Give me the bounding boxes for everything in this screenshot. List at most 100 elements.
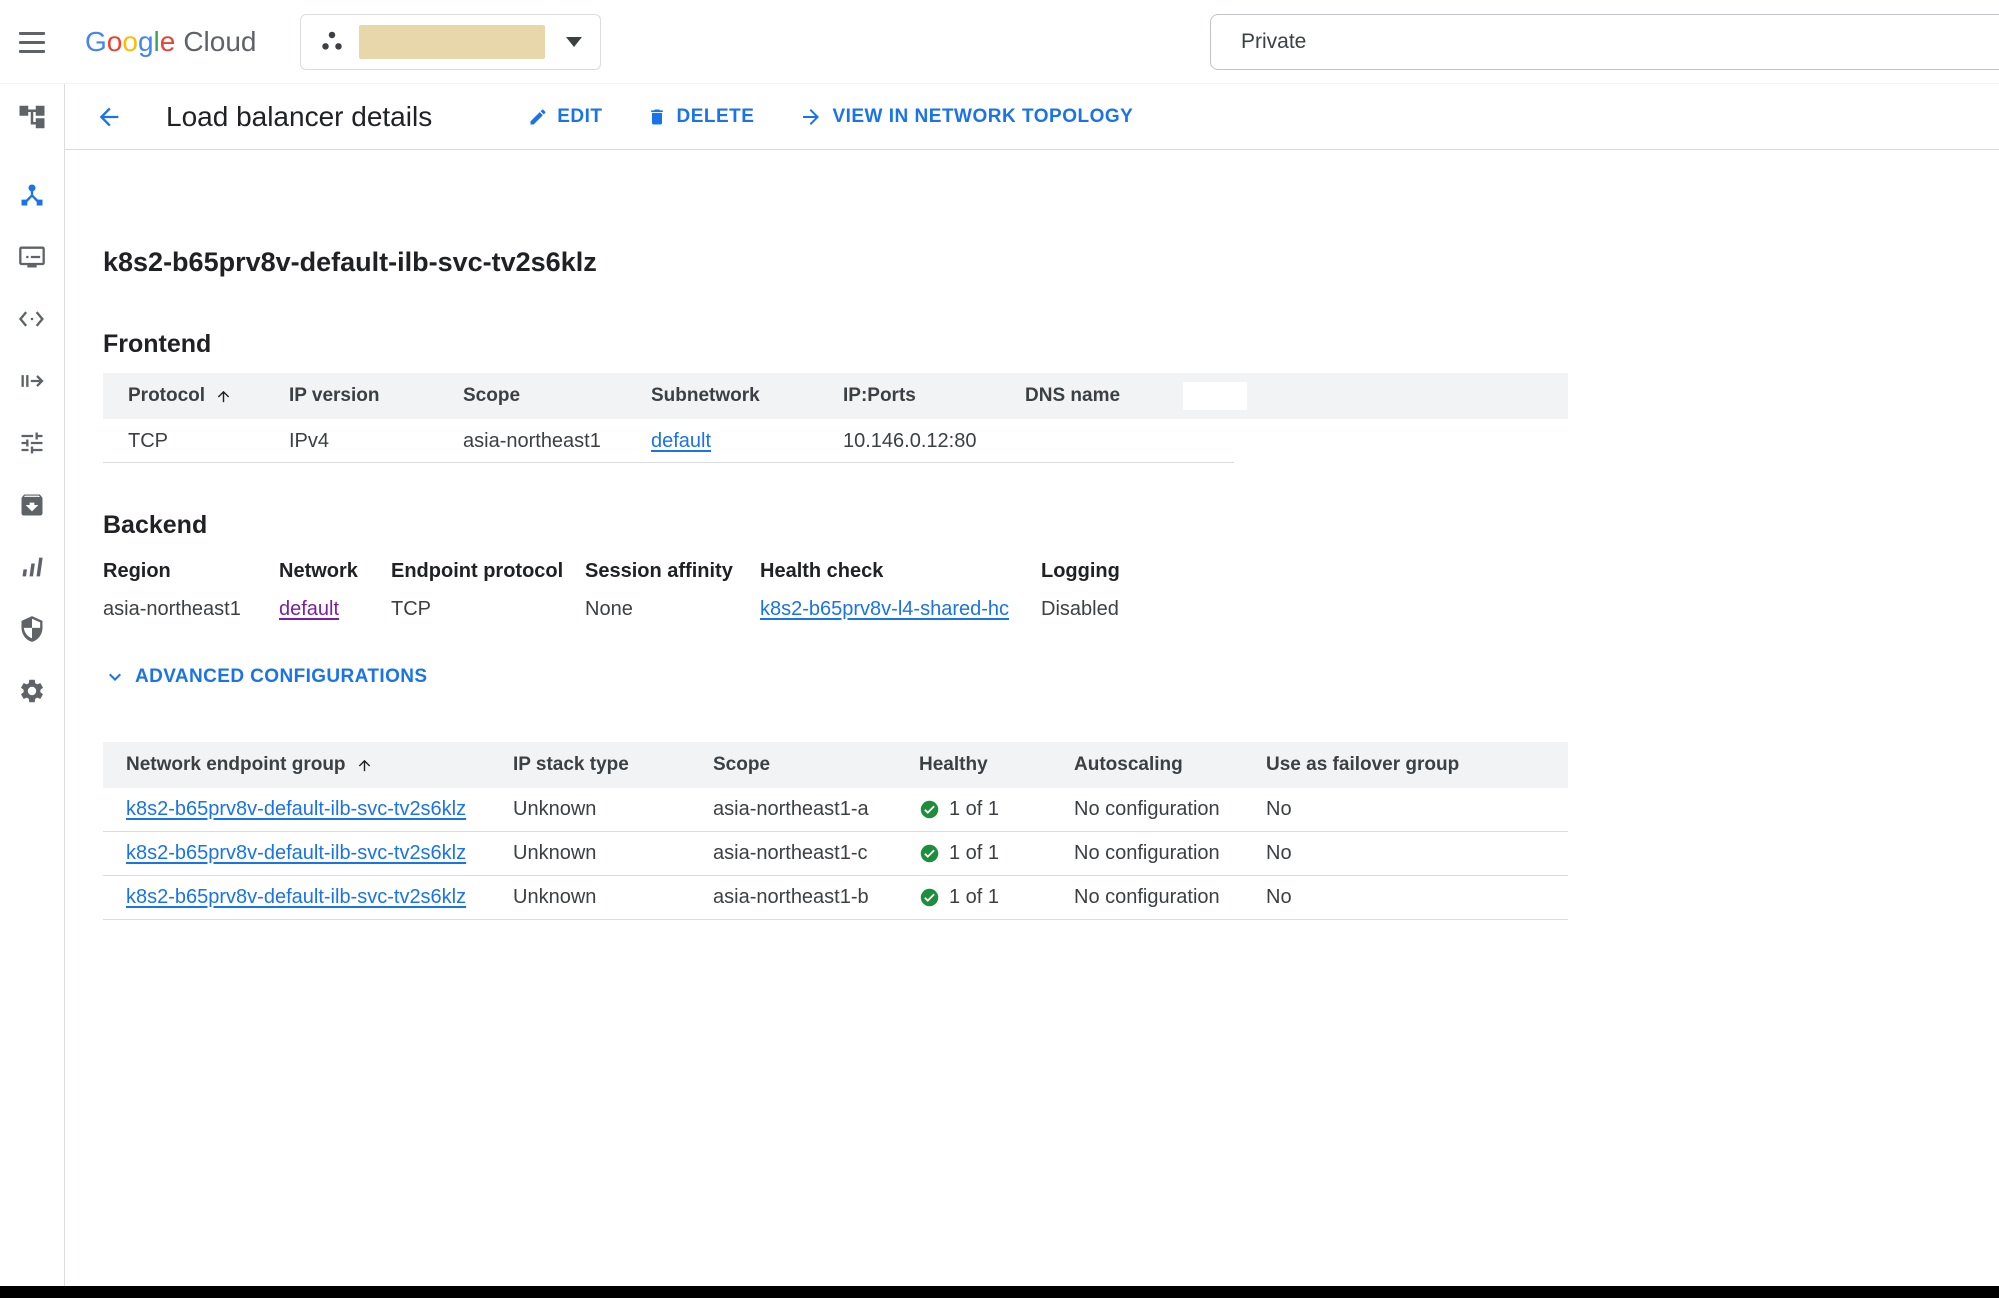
network-tiers-icon xyxy=(16,553,48,581)
view-topology-label: VIEW IN NETWORK TOPOLOGY xyxy=(832,106,1133,128)
cloud-armor-icon xyxy=(18,615,46,643)
backend-fields: Region asia-northeast1 Network default E… xyxy=(103,559,1999,622)
field-value: None xyxy=(585,596,760,622)
logo-letter: G xyxy=(85,26,107,58)
sidebar-item-network-services[interactable] xyxy=(0,86,64,148)
healthy-count: 1 of 1 xyxy=(949,886,999,909)
settings-gear-icon xyxy=(18,677,46,705)
cell-ip-stack-type: Unknown xyxy=(513,798,713,821)
sidebar-item-dns[interactable] xyxy=(0,226,64,288)
field-endpoint-protocol: Endpoint protocol TCP xyxy=(391,559,585,622)
network-link[interactable]: default xyxy=(279,598,339,620)
neg-table-row: k8s2-b65prv8v-default-ilb-svc-tv2s6klz U… xyxy=(103,832,1568,876)
cell-autoscaling: No configuration xyxy=(1074,842,1266,865)
health-check-link[interactable]: k8s2-b65prv8v-l4-shared-hc xyxy=(760,598,1009,620)
subnetwork-link[interactable]: default xyxy=(651,430,711,452)
field-label: Endpoint protocol xyxy=(391,559,585,583)
cell-healthy: 1 of 1 xyxy=(919,842,1074,865)
delete-button[interactable]: DELETE xyxy=(647,106,754,128)
column-header-protocol[interactable]: Protocol xyxy=(103,385,289,407)
bottom-bar xyxy=(0,1286,1999,1298)
load-balancer-name: k8s2-b65prv8v-default-ilb-svc-tv2s6klz xyxy=(103,245,1999,279)
cell-neg-name: k8s2-b65prv8v-default-ilb-svc-tv2s6klz xyxy=(103,842,513,865)
sidebar-item-private-service-connect[interactable] xyxy=(0,288,64,350)
cell-autoscaling: No configuration xyxy=(1074,886,1266,909)
view-in-network-topology-button[interactable]: VIEW IN NETWORK TOPOLOGY xyxy=(799,105,1133,129)
private-chip[interactable]: Private xyxy=(1210,14,1999,70)
edit-label: EDIT xyxy=(557,106,602,128)
frontend-table: Protocol IP version Scope Subnetwork IP:… xyxy=(103,373,1568,463)
back-button[interactable] xyxy=(95,103,123,131)
column-label: Protocol xyxy=(128,385,205,407)
sidebar-item-settings[interactable] xyxy=(0,660,64,722)
delete-label: DELETE xyxy=(676,106,754,128)
network-endpoint-group-table: Network endpoint group IP stack type Sco… xyxy=(103,742,1568,920)
sidebar-item-cloud-armor[interactable] xyxy=(0,598,64,660)
logo-cloud-text: Cloud xyxy=(183,26,256,58)
backend-heading: Backend xyxy=(103,509,1999,541)
field-session-affinity: Session affinity None xyxy=(585,559,760,622)
field-label: Region xyxy=(103,559,279,583)
field-health-check: Health check k8s2-b65prv8v-l4-shared-hc xyxy=(760,559,1041,622)
field-label: Session affinity xyxy=(585,559,760,583)
page-title: Load balancer details xyxy=(166,101,432,133)
field-label: Network xyxy=(279,559,391,583)
cell-scope: asia-northeast1-a xyxy=(713,798,919,821)
healthy-check-icon xyxy=(919,843,940,864)
sidebar-item-traffic-management[interactable] xyxy=(0,412,64,474)
frontend-table-row: TCP IPv4 asia-northeast1 default 10.146.… xyxy=(103,419,1568,463)
cell-autoscaling: No configuration xyxy=(1074,798,1266,821)
frontend-table-header: Protocol IP version Scope Subnetwork IP:… xyxy=(103,373,1568,419)
advanced-configurations-label: ADVANCED CONFIGURATIONS xyxy=(135,666,427,688)
menu-icon[interactable] xyxy=(0,0,64,84)
field-value: asia-northeast1 xyxy=(103,596,279,622)
column-header-dns-name: DNS name xyxy=(1025,385,1568,407)
cloud-cdn-icon xyxy=(18,491,46,519)
neg-table-header: Network endpoint group IP stack type Sco… xyxy=(103,742,1568,788)
project-selector[interactable] xyxy=(300,14,601,70)
cell-ip-stack-type: Unknown xyxy=(513,886,713,909)
cell-ip-stack-type: Unknown xyxy=(513,842,713,865)
healthy-check-icon xyxy=(919,799,940,820)
frontend-heading: Frontend xyxy=(103,328,1999,360)
main-content: Load balancer details EDIT DELETE xyxy=(65,84,1999,1286)
healthy-count: 1 of 1 xyxy=(949,842,999,865)
column-header-network-endpoint-group[interactable]: Network endpoint group xyxy=(103,754,513,776)
cloud-nat-icon xyxy=(18,367,46,395)
cell-healthy: 1 of 1 xyxy=(919,886,1074,909)
cell-failover: No xyxy=(1266,798,1568,821)
sidebar-item-load-balancing[interactable] xyxy=(0,164,64,226)
column-header-use-as-failover-group: Use as failover group xyxy=(1266,754,1568,776)
content-area: k8s2-b65prv8v-default-ilb-svc-tv2s6klz F… xyxy=(65,245,1999,920)
sidebar-item-cloud-cdn[interactable] xyxy=(0,474,64,536)
sidebar-item-network-tiers[interactable] xyxy=(0,536,64,598)
neg-link[interactable]: k8s2-b65prv8v-default-ilb-svc-tv2s6klz xyxy=(126,842,466,864)
sort-ascending-icon xyxy=(356,757,373,774)
advanced-configurations-toggle[interactable]: ADVANCED CONFIGURATIONS xyxy=(103,665,427,689)
load-balancing-icon xyxy=(18,181,46,209)
column-header-autoscaling: Autoscaling xyxy=(1074,754,1266,776)
chevron-down-icon xyxy=(103,665,127,689)
cell-ip-version: IPv4 xyxy=(289,430,463,453)
chevron-down-icon xyxy=(566,37,582,47)
column-label: Network endpoint group xyxy=(126,754,346,776)
cell-failover: No xyxy=(1266,842,1568,865)
healthy-count: 1 of 1 xyxy=(949,798,999,821)
field-label: Logging xyxy=(1041,559,1999,583)
healthy-check-icon xyxy=(919,887,940,908)
cell-ip-ports: 10.146.0.12:80 xyxy=(843,430,1025,453)
column-header-ip-version: IP version xyxy=(289,385,463,407)
column-header-scope: Scope xyxy=(713,754,919,776)
sidebar-item-cloud-nat[interactable] xyxy=(0,350,64,412)
neg-table-row: k8s2-b65prv8v-default-ilb-svc-tv2s6klz U… xyxy=(103,876,1568,920)
private-label: Private xyxy=(1241,30,1306,54)
field-region: Region asia-northeast1 xyxy=(103,559,279,622)
edit-button[interactable]: EDIT xyxy=(528,106,602,128)
neg-link[interactable]: k8s2-b65prv8v-default-ilb-svc-tv2s6klz xyxy=(126,798,466,820)
cell-healthy: 1 of 1 xyxy=(919,798,1074,821)
gcp-console-window: Google Cloud Private xyxy=(0,0,1999,1298)
google-cloud-logo[interactable]: Google Cloud xyxy=(85,0,257,84)
network-services-product-icon xyxy=(17,102,47,132)
neg-link[interactable]: k8s2-b65prv8v-default-ilb-svc-tv2s6klz xyxy=(126,886,466,908)
column-header-subnetwork: Subnetwork xyxy=(651,385,843,407)
